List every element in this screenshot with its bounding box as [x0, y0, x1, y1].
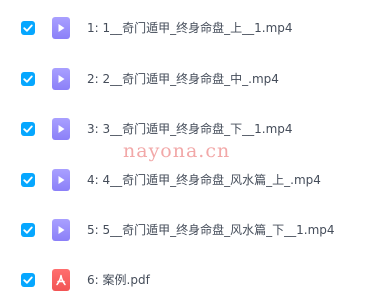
watermark: nayona.cn — [123, 140, 231, 162]
file-row[interactable]: 2: 2__奇门遁甲_终身命盘_中_.mp4 — [0, 64, 382, 94]
file-index: 1: — [87, 21, 99, 35]
checkbox-checked[interactable] — [21, 72, 35, 86]
file-title: 案例.pdf — [102, 273, 150, 287]
file-index: 4: — [87, 173, 99, 187]
file-index: 5: — [87, 223, 99, 237]
checkbox-checked[interactable] — [21, 122, 35, 136]
video-file-icon — [52, 169, 70, 191]
file-row[interactable]: 5: 5__奇门遁甲_终身命盘_风水篇_下__1.mp4 — [0, 215, 382, 245]
video-file-icon — [52, 68, 70, 90]
checkmark-icon — [23, 276, 33, 284]
checkmark-icon — [23, 24, 33, 32]
checkbox-checked[interactable] — [21, 273, 35, 287]
file-title: 2__奇门遁甲_终身命盘_中_.mp4 — [102, 72, 279, 86]
file-share-page: 1: 1__奇门遁甲_终身命盘_上__1.mp4 2: 2__奇门遁甲_终身命盘… — [0, 0, 382, 305]
video-file-icon — [52, 219, 70, 241]
file-title: 4__奇门遁甲_终身命盘_风水篇_上_.mp4 — [102, 173, 321, 187]
pdf-file-icon — [52, 269, 70, 291]
checkmark-icon — [23, 75, 33, 83]
video-file-icon — [52, 118, 70, 140]
file-name[interactable]: 6: 案例.pdf — [87, 271, 150, 289]
file-name[interactable]: 1: 1__奇门遁甲_终身命盘_上__1.mp4 — [87, 19, 293, 37]
file-name[interactable]: 3: 3__奇门遁甲_终身命盘_下__1.mp4 — [87, 120, 293, 138]
file-title: 3__奇门遁甲_终身命盘_下__1.mp4 — [102, 122, 293, 136]
file-index: 2: — [87, 72, 99, 86]
file-index: 3: — [87, 122, 99, 136]
checkbox-checked[interactable] — [21, 223, 35, 237]
file-index: 6: — [87, 273, 99, 287]
file-row[interactable]: 1: 1__奇门遁甲_终身命盘_上__1.mp4 — [0, 13, 382, 43]
file-name[interactable]: 2: 2__奇门遁甲_终身命盘_中_.mp4 — [87, 70, 279, 88]
file-row[interactable]: 4: 4__奇门遁甲_终身命盘_风水篇_上_.mp4 — [0, 165, 382, 195]
file-row[interactable]: 6: 案例.pdf — [0, 265, 382, 295]
checkmark-icon — [23, 125, 33, 133]
file-title: 1__奇门遁甲_终身命盘_上__1.mp4 — [102, 21, 293, 35]
checkmark-icon — [23, 226, 33, 234]
file-title: 5__奇门遁甲_终身命盘_风水篇_下__1.mp4 — [102, 223, 335, 237]
video-file-icon — [52, 17, 70, 39]
file-name[interactable]: 4: 4__奇门遁甲_终身命盘_风水篇_上_.mp4 — [87, 171, 321, 189]
checkbox-checked[interactable] — [21, 21, 35, 35]
checkbox-checked[interactable] — [21, 173, 35, 187]
file-name[interactable]: 5: 5__奇门遁甲_终身命盘_风水篇_下__1.mp4 — [87, 221, 335, 239]
checkmark-icon — [23, 176, 33, 184]
